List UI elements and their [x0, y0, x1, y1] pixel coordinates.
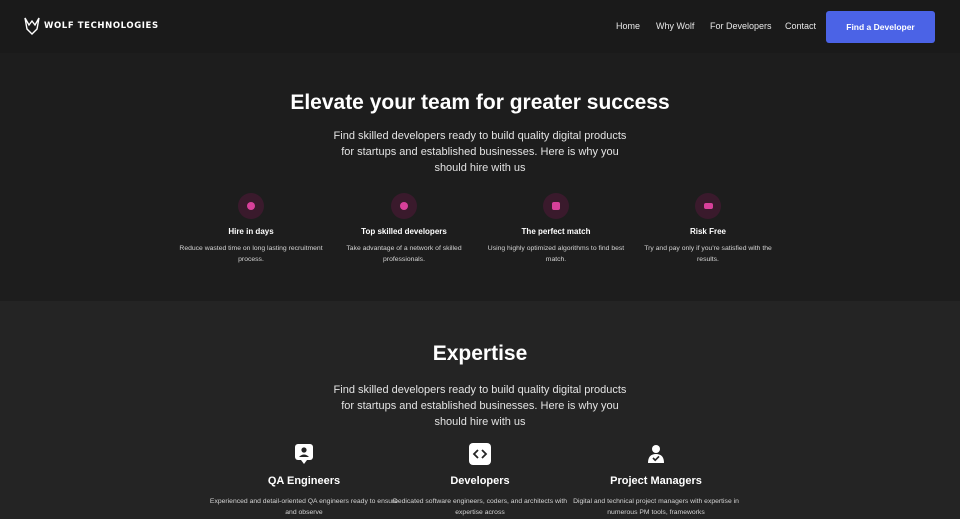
nav-home[interactable]: Home: [616, 21, 640, 31]
feature-title: Hire in days: [228, 227, 274, 236]
nav-for-developers[interactable]: For Developers: [710, 21, 772, 31]
expertise-item-desc: Dedicated software engineers, coders, an…: [392, 498, 568, 516]
expertise-item-title: Developers: [450, 475, 510, 487]
clock-icon: [238, 193, 264, 219]
main-nav: Home Why Wolf For Developers Contact: [0, 0, 960, 53]
nav-contact[interactable]: Contact: [785, 21, 816, 31]
feature-top-skilled: Top skilled developers Take advantage of…: [329, 193, 479, 265]
feature-desc: Reduce wasted time on long lasting recru…: [179, 245, 323, 263]
code-icon: [469, 443, 491, 465]
expertise-item-title: QA Engineers: [267, 475, 341, 487]
nav-why-wolf[interactable]: Why Wolf: [656, 21, 694, 31]
badge-icon: [293, 443, 315, 465]
feature-hire-in-days: Hire in days Reduce wasted time on long …: [176, 193, 326, 265]
feature-desc: Using highly optimized algorithms to fin…: [487, 245, 625, 263]
expertise-lead: Find skilled developers ready to build q…: [333, 384, 627, 428]
feature-desc: Try and pay only if you're satisfied wit…: [644, 245, 772, 263]
feature-desc: Take advantage of a network of skilled p…: [346, 245, 462, 263]
match-icon: [543, 193, 569, 219]
feature-title: Top skilled developers: [361, 227, 447, 236]
expertise-item-desc: Digital and technical project managers w…: [573, 498, 739, 516]
expertise-item-title: Project Managers: [610, 475, 702, 487]
expertise-project-managers: Project Managers Digital and technical p…: [561, 443, 751, 518]
find-developer-button[interactable]: Find a Developer: [826, 11, 935, 43]
expertise-title: Expertise: [432, 342, 528, 365]
feature-title: Risk Free: [689, 227, 727, 236]
manager-icon: [645, 443, 667, 465]
feature-perfect-match: The perfect match Using highly optimized…: [481, 193, 631, 265]
expertise-section: Expertise Find skilled developers ready …: [0, 301, 960, 519]
expertise-developers: Developers Dedicated software engineers,…: [385, 443, 575, 518]
feature-title: The perfect match: [521, 227, 591, 236]
site-header: WOLF TECHNOLOGIES Home Why Wolf For Deve…: [0, 0, 960, 53]
feature-risk-free: Risk Free Try and pay only if you're sat…: [633, 193, 783, 265]
hero-title: Elevate your team for greater success: [290, 91, 670, 114]
expertise-qa-engineers: QA Engineers Experienced and detail-orie…: [209, 443, 399, 518]
hero-section: Elevate your team for greater success Fi…: [0, 53, 960, 301]
ticket-icon: [695, 193, 721, 219]
hero-lead: Find skilled developers ready to build q…: [333, 130, 627, 174]
expertise-item-desc: Experienced and detail-oriented QA engin…: [209, 498, 399, 516]
developer-icon: [391, 193, 417, 219]
